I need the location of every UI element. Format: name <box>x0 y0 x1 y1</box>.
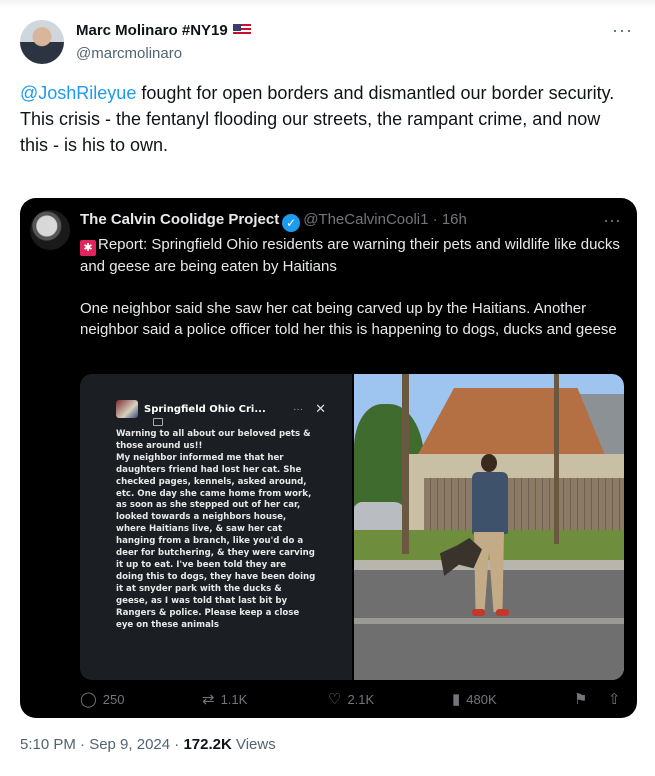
mention-link[interactable]: @JoshRileyue <box>20 83 136 103</box>
top-edge-fade <box>0 0 655 8</box>
photo-roof <box>416 388 606 458</box>
screenshot-dots-icon: ··· <box>293 403 304 415</box>
siren-emoji-icon: ✱ <box>80 240 96 256</box>
reply-button[interactable]: ◯ 250 <box>80 690 125 708</box>
bookmark-button[interactable]: ⚑ <box>574 690 587 708</box>
media-grid[interactable]: Springfield Ohio Cri... ··· ✕ Warning to… <box>80 374 624 680</box>
quoted-more-options-icon[interactable]: ··· <box>603 210 621 231</box>
tweet-views-count: 172.2K <box>183 736 232 753</box>
tweet-text-line2: This crisis - the fentanyl flooding our … <box>20 109 601 155</box>
views-button[interactable]: ▮ 480K <box>452 690 497 708</box>
tweet-timestamp[interactable]: 5:10 PM · Sep 9, 2024 · <box>20 736 183 753</box>
tweet-footer: 5:10 PM · Sep 9, 2024 · 172.2K Views <box>20 736 276 753</box>
more-options-icon[interactable]: ··· <box>612 20 633 41</box>
tweet-text-line1: fought for open borders and dismantled o… <box>136 83 615 103</box>
quoted-author-name[interactable]: The Calvin Coolidge Project <box>80 211 279 228</box>
photo-fence <box>424 478 624 530</box>
us-flag-icon <box>232 24 251 36</box>
screenshot-close-icon: ✕ <box>315 401 326 416</box>
quoted-action-bar: ◯ 250 ⇄ 1.1K ♡ 2.1K ▮ 480K ⚑ ⇧ <box>80 690 628 712</box>
author-name[interactable]: Marc Molinaro #NY19 <box>76 22 251 39</box>
views-count: 480K <box>466 691 497 707</box>
quoted-tweet[interactable]: The Calvin Coolidge Project ✓ @TheCalvinCo… <box>20 198 637 718</box>
tweet-views-label: Views <box>231 736 276 753</box>
facebook-post-screenshot[interactable]: Springfield Ohio Cri... ··· ✕ Warning to… <box>80 374 352 680</box>
like-button[interactable]: ♡ 2.1K <box>328 690 374 708</box>
reply-count: 250 <box>102 691 125 707</box>
photo-person-shoe-left <box>472 609 485 616</box>
views-chart-icon: ▮ <box>452 691 461 708</box>
screenshot-header: Springfield Ohio Cri... ··· ✕ <box>116 400 326 418</box>
reply-icon: ◯ <box>80 691 97 708</box>
repost-count: 1.1K <box>220 691 248 707</box>
photo-person-torso <box>472 472 508 534</box>
quoted-para-2: One neighbor said she saw her cat being … <box>80 300 617 338</box>
bookmark-icon: ⚑ <box>574 691 588 708</box>
photo-person-head <box>481 454 497 472</box>
group-logo-icon <box>116 400 138 418</box>
quoted-timestamp[interactable]: · 16h <box>433 211 467 228</box>
photo-person-shoe-right <box>496 609 509 616</box>
quoted-author-handle[interactable]: @TheCalvinCooli1 <box>303 211 428 228</box>
photo-person <box>466 454 514 624</box>
screenshot-group-title: Springfield Ohio Cri... <box>144 403 266 415</box>
quoted-author-avatar[interactable] <box>30 210 70 250</box>
quoted-text: ✱ Report: Springfield Ohio residents are … <box>80 234 628 361</box>
street-photo[interactable] <box>354 374 624 680</box>
quoted-header: The Calvin Coolidge Project ✓ @TheCalvinCo… <box>80 211 467 232</box>
globe-privacy-icon <box>153 418 163 426</box>
photo-utility-pole <box>402 374 409 554</box>
tweet-text: @JoshRileyue fought for open borders and… <box>20 80 630 158</box>
screenshot-body-text: Warning to all about our beloved pets & … <box>116 429 316 630</box>
photo-utility-pole-2 <box>554 374 559 544</box>
photo-person-legs <box>474 532 504 612</box>
like-count: 2.1K <box>347 691 375 707</box>
author-handle[interactable]: @marcmolinaro <box>76 45 182 62</box>
repost-icon: ⇄ <box>202 691 215 708</box>
heart-icon: ♡ <box>328 691 342 708</box>
quoted-para-1: Report: Springfield Ohio residents are w… <box>80 236 620 275</box>
repost-button[interactable]: ⇄ 1.1K <box>202 690 247 708</box>
author-name-text: Marc Molinaro #NY19 <box>76 22 228 39</box>
share-icon: ⇧ <box>608 691 621 708</box>
verified-badge-icon: ✓ <box>282 214 301 232</box>
share-button[interactable]: ⇧ <box>608 690 621 708</box>
author-avatar[interactable] <box>20 20 64 64</box>
